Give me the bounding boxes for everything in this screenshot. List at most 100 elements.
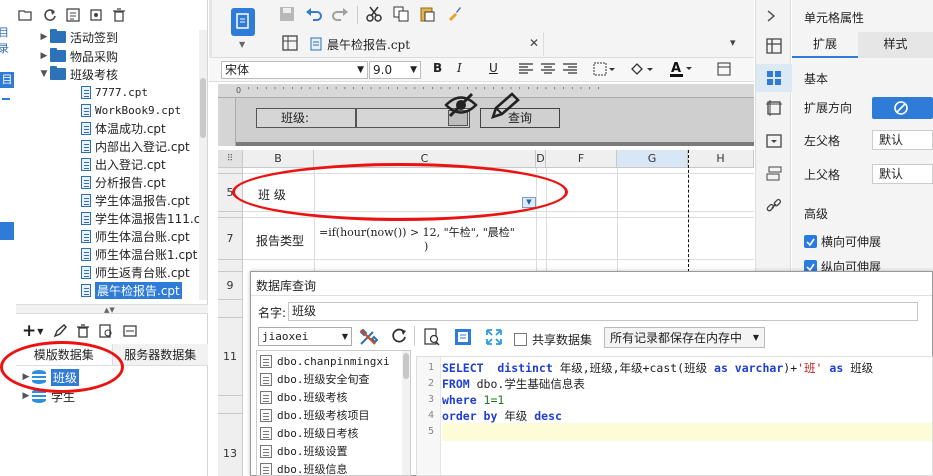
table-item[interactable]: dbo.班级考核项目 <box>257 406 410 424</box>
new-template-icon[interactable] <box>66 8 80 22</box>
refresh-icon[interactable] <box>43 8 57 22</box>
left-parent-select[interactable]: 默认 <box>872 130 933 150</box>
shared-dataset-checkbox[interactable]: 共享数据集 <box>514 331 592 348</box>
tree-file-selected[interactable]: 晨午检报告.cpt <box>81 281 182 299</box>
edge-fragment-2[interactable]: 目 <box>0 72 14 88</box>
tree-file[interactable]: 师生返青台账.cpt <box>81 263 190 281</box>
param-label-box[interactable]: 班级: <box>256 108 356 128</box>
tree-file[interactable]: 出入登记.cpt <box>81 155 166 173</box>
collapse-arrow-icon[interactable]: ▼ <box>38 69 50 79</box>
preview-dataset-icon[interactable] <box>99 324 113 338</box>
row-header[interactable]: 7 <box>218 218 243 260</box>
add-dataset-icon[interactable]: + ▼ <box>22 321 43 341</box>
tree-file[interactable]: 7777.cpt <box>81 83 148 101</box>
expand-arrow-icon[interactable]: ▶ <box>20 391 32 401</box>
tab-current-report[interactable]: 晨午检报告.cpt ✕ <box>306 32 544 56</box>
tree-file[interactable]: WorkBook9.cpt <box>81 101 181 119</box>
expand-icon[interactable] <box>485 328 503 346</box>
column-header[interactable]: D <box>536 150 546 168</box>
sql-line[interactable]: where 1=1 <box>442 392 504 408</box>
connection-select[interactable]: jiaoxei ▼ <box>258 327 352 346</box>
splitter-arrow-icon[interactable]: ▲▼ <box>104 306 115 314</box>
sql-line[interactable]: order by 年级 desc <box>442 408 562 424</box>
tree-file[interactable]: 分析报告.cpt <box>81 173 166 191</box>
dataset-name-input[interactable]: 班级 <box>288 302 918 321</box>
settings-icon[interactable] <box>89 8 103 22</box>
cell-b7[interactable]: 报告类型 <box>256 232 304 249</box>
horizontal-expand-checkbox[interactable]: 横向可伸展 <box>804 233 881 250</box>
tree-folder-procurement[interactable]: ▶ 物品采购 <box>38 47 118 65</box>
save-icon[interactable] <box>279 6 295 22</box>
grid-corner[interactable]: ⠿ <box>218 150 243 168</box>
tree-file[interactable]: 师生体温台账.cpt <box>81 227 190 245</box>
tree-scrollbar-thumb[interactable] <box>200 78 206 138</box>
hyperlink-icon[interactable] <box>766 198 782 214</box>
copy-icon[interactable] <box>393 6 409 22</box>
paste-icon[interactable] <box>419 6 435 22</box>
edit-pencil-icon[interactable] <box>490 92 522 120</box>
panel-splitter[interactable]: ▲▼ <box>16 304 208 314</box>
table-list-scrollbar-thumb[interactable] <box>403 353 409 379</box>
expand-arrow-icon[interactable]: ▶ <box>38 51 50 61</box>
table-item[interactable]: dbo.chanpinmingxi <box>257 352 410 370</box>
cache-mode-select[interactable]: 所有记录都保存在内存中 ▼ <box>604 327 765 348</box>
tree-folder-activity-signin[interactable]: ▶ 活动签到 <box>38 28 118 46</box>
delete-icon[interactable] <box>112 8 126 22</box>
table-item[interactable]: dbo.班级安全旬查 <box>257 370 410 388</box>
border-icon[interactable] <box>593 62 615 76</box>
font-color-icon[interactable]: A <box>669 60 693 78</box>
dropdown-arrow-icon[interactable]: ▼ <box>239 40 245 49</box>
refresh-connection-icon[interactable] <box>390 327 408 345</box>
tab-style[interactable]: 样式 <box>858 32 933 58</box>
close-tab-icon[interactable]: ✕ <box>529 36 539 50</box>
expand-arrow-icon[interactable]: ▶ <box>38 32 50 42</box>
font-family-select[interactable]: 宋体 ▼ <box>221 60 368 79</box>
table-item[interactable]: dbo.班级考核 <box>257 388 410 406</box>
stored-procedure-icon[interactable] <box>454 328 472 346</box>
collapse-right-icon[interactable] <box>766 10 776 22</box>
tab-expand[interactable]: 扩展 <box>792 32 858 58</box>
table-item[interactable]: dbo.班级设置 <box>257 442 410 460</box>
cut-icon[interactable] <box>366 6 382 22</box>
column-header[interactable]: G <box>617 150 688 168</box>
tab-server-dataset[interactable]: 服务器数据集 <box>113 344 209 365</box>
tree-file[interactable]: 学生体温报告111.c <box>81 209 200 227</box>
dataset-settings-icon[interactable] <box>123 324 138 338</box>
grid-view-icon[interactable] <box>282 35 298 51</box>
connection-tools-icon[interactable] <box>358 327 378 347</box>
redo-icon[interactable] <box>331 6 349 22</box>
top-parent-select[interactable]: 默认 <box>872 164 933 184</box>
sql-line[interactable]: FROM dbo.学生基础信息表 <box>442 376 585 392</box>
fill-color-icon[interactable] <box>629 61 653 77</box>
tree-file[interactable]: 学生体温报告.cpt <box>81 191 190 209</box>
row-header[interactable]: 13 <box>218 414 243 476</box>
format-painter-icon[interactable] <box>446 6 462 22</box>
frame-icon[interactable] <box>766 100 782 116</box>
row-header[interactable] <box>218 300 243 318</box>
column-header[interactable]: F <box>546 150 617 168</box>
align-right-icon[interactable] <box>563 63 577 75</box>
row-header[interactable] <box>218 260 243 272</box>
layer-icon[interactable] <box>766 166 782 182</box>
preview-icon[interactable] <box>424 328 440 346</box>
column-header[interactable]: B <box>243 150 314 168</box>
sql-line[interactable]: SELECT distinct 年级,班级,年级+cast(班级 as varc… <box>442 360 873 376</box>
open-folder-icon[interactable] <box>18 8 34 22</box>
align-center-icon[interactable] <box>541 63 555 75</box>
expand-direction-none-button[interactable] <box>872 97 933 119</box>
table-item[interactable]: dbo.班级日考核 <box>257 424 410 442</box>
undo-icon[interactable] <box>305 6 323 22</box>
align-left-icon[interactable] <box>519 63 533 75</box>
row-header[interactable]: 11 <box>218 318 243 396</box>
font-size-select[interactable]: 9.0 ▼ <box>369 60 421 79</box>
italic-button[interactable]: I <box>457 61 462 75</box>
cell-c7-formula[interactable]: =if(hour(now()) > 12, "午检", "晨检" <box>319 224 535 240</box>
bold-button[interactable]: B <box>433 61 442 75</box>
edit-icon[interactable] <box>53 324 68 338</box>
widget-property-icon[interactable] <box>766 70 782 86</box>
condition-icon[interactable] <box>766 133 782 149</box>
underline-button[interactable]: U <box>489 61 498 75</box>
tree-file[interactable]: 内部出入登记.cpt <box>81 137 190 155</box>
merge-cells-icon[interactable] <box>717 62 731 76</box>
column-header[interactable]: H <box>688 150 754 168</box>
